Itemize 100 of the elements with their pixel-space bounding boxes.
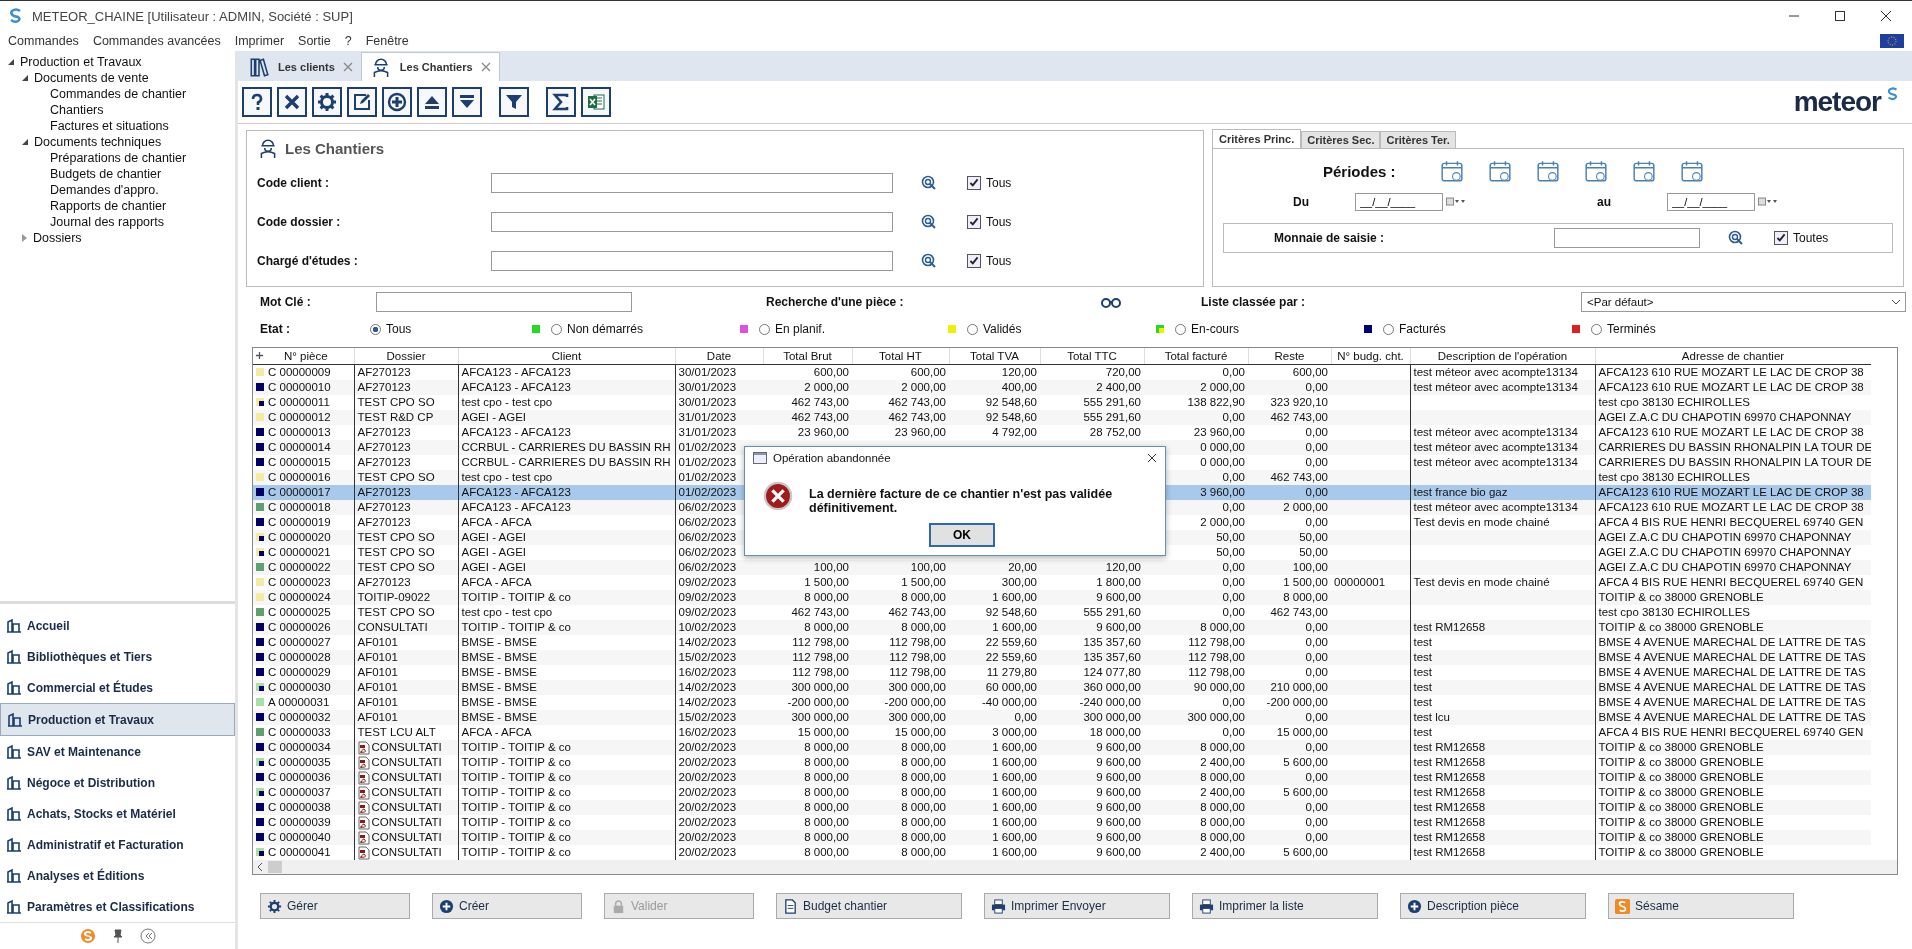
pdf-icon[interactable] [357, 785, 370, 800]
tree-item[interactable]: Budgets de chantier [50, 167, 162, 181]
settings-button[interactable] [312, 87, 342, 117]
checkbox[interactable] [967, 175, 981, 190]
menu-item[interactable]: Sortie [298, 34, 331, 48]
column-chooser-icon[interactable] [255, 351, 264, 360]
column-header[interactable]: Dossier [354, 348, 458, 365]
sort-dropdown[interactable]: <Par défaut> [1581, 292, 1906, 312]
expander-icon[interactable] [22, 75, 28, 81]
table-row[interactable]: C 00000036 CONSULTATI TOITIP - TOITIP & co 20/02/2023 8 000,00 8 000,00 1 600,00 9 600,00 8 000,00 0,00 test RM12658 TOITIP & co 38000 GRENOBLE [253, 770, 1871, 785]
module-item[interactable]: Administratif et Facturation [0, 829, 235, 860]
sum-button[interactable] [546, 87, 576, 117]
pdf-icon[interactable] [357, 755, 370, 770]
input-field[interactable] [1554, 228, 1700, 248]
tree-item[interactable]: Dossiers [33, 231, 82, 245]
edit-button[interactable] [347, 87, 377, 117]
tree-item[interactable]: Chantiers [50, 103, 104, 117]
excel-button[interactable] [581, 87, 611, 117]
help-button[interactable] [242, 87, 272, 117]
module-item[interactable]: Bibliothèques et Tiers [0, 641, 235, 672]
pdf-icon[interactable] [357, 845, 370, 860]
column-header[interactable]: Description de l'opération [1410, 348, 1595, 365]
column-header[interactable]: Total Brut [763, 348, 852, 365]
lookup-icon[interactable] [921, 174, 937, 191]
menu-item[interactable]: Commandes avancées [92, 34, 221, 48]
module-item[interactable]: SAV et Maintenance [0, 736, 235, 767]
radio-button[interactable] [370, 323, 381, 335]
date-field[interactable]: __/__/____ [1355, 193, 1443, 211]
tree-item[interactable]: Journal des rapports [50, 215, 164, 229]
column-header[interactable]: N° budg. cht. [1331, 348, 1410, 365]
pdf-icon[interactable] [357, 815, 370, 830]
calendar-icon[interactable] [1439, 159, 1464, 183]
column-header[interactable]: Total TTC [1040, 348, 1144, 365]
action-button[interactable]: Budget chantier [776, 893, 962, 919]
table-row[interactable]: C 00000012 TEST R&D CP AGEI - AGEI 31/01/2023 462 743,00 462 743,00 92 548,60 555 291,60 0,00 462 743,00 AGEI Z.A.C DU CHAPOTIN 69970 CHAPONNAY [253, 410, 1871, 425]
tree-item[interactable]: Demandes d'appro. [50, 183, 159, 197]
checkbox[interactable] [1774, 231, 1788, 245]
scroll-left-icon[interactable] [256, 862, 264, 872]
table-row[interactable]: C 00000024 TOITIP-09022 TOITIP - TOITIP & co 09/02/2023 8 000,00 8 000,00 1 600,00 9 600,00 0,00 8 000,00 TOITIP & co 38000 GRENOBLE [253, 590, 1871, 605]
menu-item[interactable]: Fenêtre [365, 34, 409, 48]
pdf-icon[interactable] [357, 800, 370, 815]
keyword-field[interactable] [376, 292, 632, 312]
module-item[interactable]: Accueil [0, 610, 235, 641]
table-row[interactable]: C 00000010 AF270123 AFCA123 - AFCA123 30/01/2023 2 000,00 2 000,00 400,00 2 400,00 2 000,00 0,00 test méteor avec acompte13134 AFCA123 610 RUE MOZART LE LAC DE CROP 38 [253, 380, 1871, 395]
action-button[interactable]: Sésame [1608, 893, 1794, 919]
binoculars-icon[interactable] [1101, 296, 1121, 308]
tree-item[interactable]: Documents de vente [34, 71, 149, 85]
module-item[interactable]: Production et Travaux [0, 703, 235, 736]
radio-button[interactable] [759, 323, 770, 335]
close-tab-icon[interactable] [342, 62, 353, 72]
module-item[interactable]: Commercial et Études [0, 672, 235, 703]
table-row[interactable]: C 00000022 TEST CPO SO AGEI - AGEI 06/02/2023 100,00 100,00 20,00 120,00 0,00 100,00 AGEI Z.A.C DU CHAPOTIN 69970 CHAPONNAY [253, 560, 1871, 575]
checkbox[interactable] [967, 253, 981, 268]
tree-item[interactable]: Documents techniques [34, 135, 162, 149]
action-button[interactable]: Gérer [260, 893, 410, 919]
input-field[interactable] [491, 172, 893, 193]
radio-button[interactable] [1591, 323, 1602, 335]
move-up-button[interactable] [417, 87, 447, 117]
document-tab[interactable]: Les Chantiers [360, 52, 500, 81]
menu-item[interactable]: Commandes [8, 34, 79, 48]
module-item[interactable]: Négoce et Distribution [0, 767, 235, 798]
maximize-icon[interactable] [1834, 10, 1846, 22]
radio-button[interactable] [551, 323, 562, 335]
criteria-tab[interactable]: Critères Ter. [1380, 131, 1456, 148]
checkbox[interactable] [967, 214, 981, 229]
calendar-icon[interactable] [1487, 159, 1512, 183]
tree-item[interactable]: Rapports de chantier [50, 199, 167, 213]
action-button[interactable]: Créer [432, 893, 582, 919]
radio-button[interactable] [967, 323, 978, 335]
table-row[interactable]: C 00000028 AF0101 BMSE - BMSE 15/02/2023 112 798,00 112 798,00 22 559,60 135 357,60 112 798,00 0,00 test BMSE 4 AVENUE MARECHAL DE LATTRE DE TAS [253, 650, 1871, 665]
table-row[interactable]: C 00000034 CONSULTATI TOITIP - TOITIP & co 20/02/2023 8 000,00 8 000,00 1 600,00 9 600,00 8 000,00 0,00 test RM12658 TOITIP & co 38000 GRENOBLE [253, 740, 1871, 755]
criteria-tab[interactable]: Critères Princ. [1212, 129, 1302, 148]
tree-item[interactable]: Préparations de chantier [50, 151, 187, 165]
tree-item[interactable]: Commandes de chantier [50, 87, 187, 101]
column-header[interactable]: Reste [1248, 348, 1331, 365]
tree-item[interactable]: Production et Travaux [20, 55, 142, 69]
calendar-icon[interactable] [1631, 159, 1656, 183]
column-header[interactable]: Total facturé [1144, 348, 1248, 365]
calendar-icon[interactable] [1535, 159, 1560, 183]
input-field[interactable] [491, 250, 893, 271]
table-row[interactable]: C 00000032 AF0101 BMSE - BMSE 15/02/2023 300 000,00 300 000,00 0,00 300 000,00 300 000,00 0,00 test lcu BMSE 4 AVENUE MARECHAL DE LATTRE DE TAS [253, 710, 1871, 725]
column-header[interactable]: N° pièce [253, 348, 354, 365]
move-down-button[interactable] [452, 87, 482, 117]
action-button[interactable]: Description pièce [1400, 893, 1586, 919]
date-picker-icon[interactable] [1757, 197, 1779, 207]
module-item[interactable]: Paramètres et Classifications [0, 891, 235, 922]
table-row[interactable]: C 00000030 AF0101 BMSE - BMSE 14/02/2023 300 000,00 300 000,00 60 000,00 360 000,00 90 000,00 210 000,00 test BMSE 4 AVENUE MARECHAL DE LATTRE DE TAS [253, 680, 1871, 695]
table-row[interactable]: C 00000038 CONSULTATI TOITIP - TOITIP & co 20/02/2023 8 000,00 8 000,00 1 600,00 9 600,00 8 000,00 0,00 test RM12658 TOITIP & co 38000 GRENOBLE [253, 800, 1871, 815]
radio-button[interactable] [1175, 323, 1186, 335]
pdf-icon[interactable] [357, 830, 370, 845]
table-row[interactable]: C 00000026 CONSULTATI TOITIP - TOITIP & co 10/02/2023 8 000,00 8 000,00 1 600,00 9 600,00 8 000,00 0,00 test RM12658 TOITIP & co 38000 GRENOBLE [253, 620, 1871, 635]
close-tab-icon[interactable] [480, 62, 491, 72]
column-header[interactable]: Date [675, 348, 763, 365]
column-header[interactable]: Total TVA [949, 348, 1040, 365]
menu-item[interactable]: ? [344, 34, 352, 48]
calendar-icon[interactable] [1679, 159, 1704, 183]
column-header[interactable]: Client [458, 348, 675, 365]
module-item[interactable]: Analyses et Éditions [0, 860, 235, 891]
lookup-icon[interactable] [921, 252, 937, 269]
pdf-icon[interactable] [357, 770, 370, 785]
